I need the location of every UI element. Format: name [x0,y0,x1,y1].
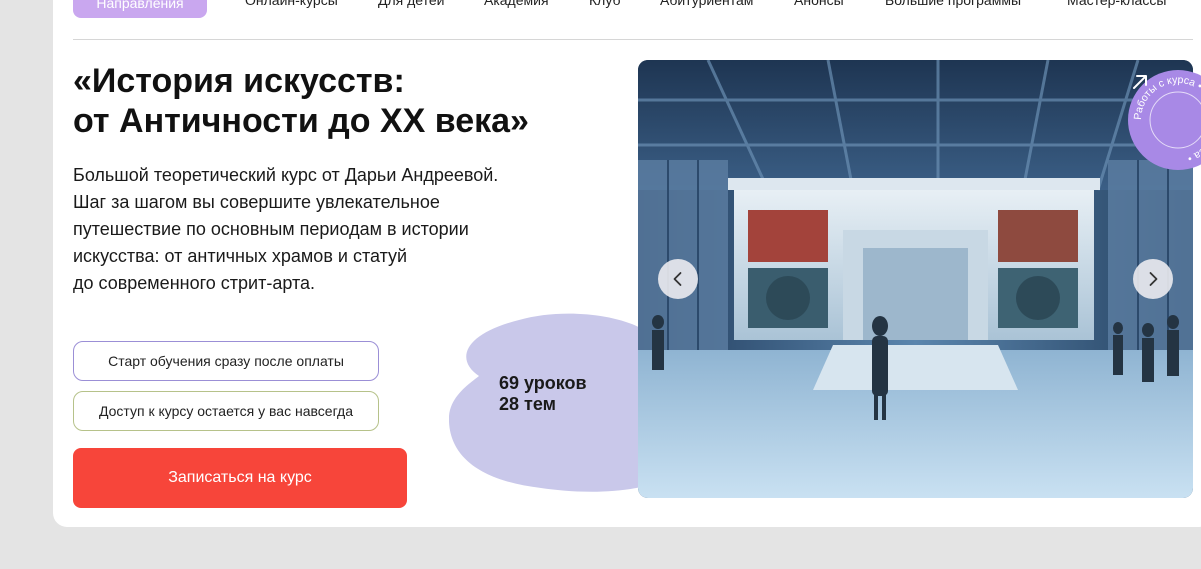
course-description-line: путешествие по основным периодам в истор… [73,219,469,239]
course-title: «История искусств: от Античности до XX в… [73,61,613,141]
nav-divider [73,39,1193,40]
course-description: Большой теоретический курс от Дарьи Андр… [73,162,593,297]
student-works-badge[interactable]: Работы с курса • Работы с курса • [1128,70,1201,170]
course-description-line: Большой теоретический курс от Дарьи Андр… [73,165,499,185]
topics-count: 28 тем [499,394,556,414]
course-title-line-1: «История искусств: [73,62,405,100]
museum-hall-photo [638,60,1193,498]
chevron-left-icon [673,272,682,286]
enroll-button[interactable]: Записаться на курс [73,448,407,508]
course-gallery-image[interactable] [638,60,1193,498]
nav-link-announcements[interactable]: Анонсы [794,0,844,12]
course-description-line: Шаг за шагом вы совершите увлекательное [73,192,440,212]
nav-link-for-kids[interactable]: Для детей [378,0,444,12]
nav-link-academy[interactable]: Академия [484,0,549,12]
chevron-right-icon [1149,272,1158,286]
arrow-up-right-icon [1133,75,1147,89]
nav-link-club[interactable]: Клуб [589,0,621,12]
nav-link-online-courses[interactable]: Онлайн-курсы [245,0,338,12]
nav-directions-button[interactable]: Направления [73,0,207,18]
nav-link-applicants[interactable]: Абитуриентам [660,0,753,12]
lessons-count: 69 уроков [499,373,587,393]
top-navigation: Направления Онлайн-курсы Для детей Акаде… [73,0,1201,18]
feature-access-badge: Доступ к курсу остается у вас навсегда [73,391,379,431]
nav-link-master-classes[interactable]: Мастер-классы [1067,0,1166,12]
course-description-line: искусства: от античных храмов и статуй [73,246,408,266]
gallery-next-button[interactable] [1133,259,1173,299]
feature-start-badge: Старт обучения сразу после оплаты [73,341,379,381]
nav-link-big-programs[interactable]: Большие программы [885,0,1021,12]
gallery-prev-button[interactable] [658,259,698,299]
course-title-line-2: от Античности до XX века» [73,102,529,140]
course-description-line: до современного стрит-арта. [73,273,315,293]
course-stats: 69 уроков 28 тем [499,373,587,415]
